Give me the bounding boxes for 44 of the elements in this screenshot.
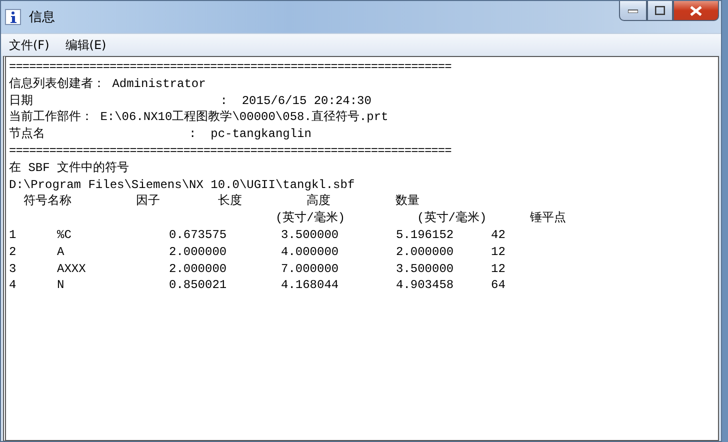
minimize-button[interactable] [619,1,647,21]
table-cell-text: 64 [491,277,506,294]
table-cell-text: 1 [9,226,18,244]
window-title: 信息 [29,9,56,26]
table-cell-text: 3.500000 [396,260,455,278]
table-cell-text: 2.000000 [169,244,228,261]
table-cell-text: 4.168044 [281,277,340,294]
text-line: 符号名称 因子 长度 高度 数量 [22,193,420,210]
table-cell-text: 42 [491,226,506,244]
table-cell-text: 2.000000 [396,244,455,261]
table-cell-text: 4.903458 [396,277,455,294]
table-cell-text: 0.850021 [169,277,228,294]
table-cell-text: 12 [491,260,506,278]
table-cell-text: AXXX [57,260,87,278]
separator-text: ================================================================== [9,59,452,76]
text-line: D:\Program Files\Siemens\NX 10.0\UGII\tangkl.sbf [9,176,356,194]
table-cell-text: 0.673575 [169,226,228,244]
table-cell-text: A [57,244,66,261]
text-line: 节点名 : pc-tangkanglin [9,126,312,143]
close-button[interactable] [673,1,719,21]
text-line: 当前工作部件： E:\06.NX10工程图教学\00000\058.直径符号.prt [9,109,390,126]
table-cell-text: %C [57,226,72,244]
menu-item[interactable]: 编辑(E) [59,36,112,54]
info-icon [5,9,21,25]
close-icon [690,6,702,16]
table-cell-text: 3 [9,260,18,278]
maximize-icon [655,6,665,15]
text-line: 信息列表创建者： Administrator [9,76,207,93]
minimize-icon [628,8,638,12]
table-cell-text: 2.000000 [169,260,228,278]
maximize-button[interactable] [647,1,673,21]
table-cell-text: N [57,277,66,294]
text-line: (英寸/毫米) (英寸/毫米) 锤平点 [274,210,567,227]
menu-item[interactable]: 文件(F) [3,36,56,54]
separator-text: ================================================================== [9,142,452,160]
table-cell-text: 4 [9,277,18,294]
table-cell-text: 12 [491,244,506,261]
table-cell-text: 2 [9,244,18,261]
table-cell-text: 5.196152 [396,226,455,244]
text-line: 日期 : 2015/6/15 20:24:30 [9,92,372,110]
text-line: 在 SBF 文件中的符号 [9,160,130,177]
table-cell-text: 3.500000 [281,226,340,244]
table-cell-text: 4.000000 [281,244,340,261]
table-cell-text: 7.000000 [281,260,340,278]
